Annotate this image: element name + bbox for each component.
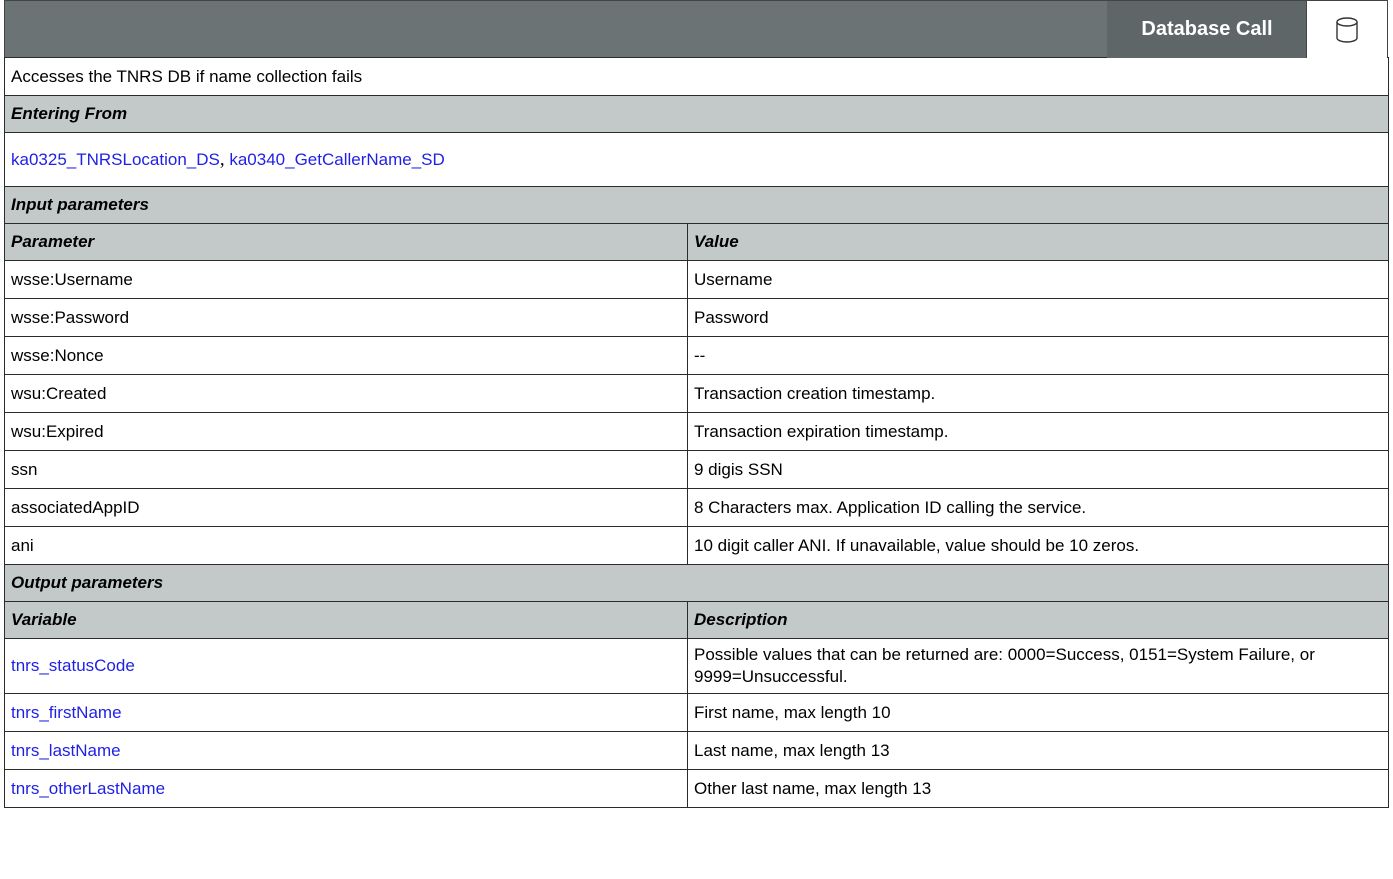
input-param-name: wsu:Created (4, 374, 688, 413)
input-param-name: wsu:Expired (4, 412, 688, 451)
output-parameters-heading: Output parameters (4, 564, 1389, 602)
input-param-name: wsse:Password (4, 298, 688, 337)
column-header-parameter: Parameter (4, 223, 688, 261)
output-description: Other last name, max length 13 (687, 769, 1389, 808)
input-param-value: 9 digis SSN (687, 450, 1389, 489)
output-parameters-column-headers: Variable Description (4, 601, 1389, 639)
input-parameters-column-headers: Parameter Value (4, 223, 1389, 261)
input-row: ssn 9 digis SSN (4, 450, 1389, 489)
output-variable-link[interactable]: tnrs_firstName (11, 703, 122, 722)
input-row: wsse:Nonce -- (4, 336, 1389, 375)
input-param-value: -- (687, 336, 1389, 375)
input-param-value: 8 Characters max. Application ID calling… (687, 488, 1389, 527)
input-row: ani 10 digit caller ANI. If unavailable,… (4, 526, 1389, 565)
output-variable-link[interactable]: tnrs_lastName (11, 741, 121, 760)
input-param-value: Password (687, 298, 1389, 337)
call-details-table: Accesses the TNRS DB if name collection … (4, 57, 1389, 808)
entering-from-separator: , (219, 148, 225, 170)
output-description: Last name, max length 13 (687, 731, 1389, 770)
input-row: wsse:Username Username (4, 260, 1389, 299)
input-param-name: ssn (4, 450, 688, 489)
database-icon (1336, 16, 1358, 43)
header-title: Database Call (1107, 1, 1307, 58)
document-header: Database Call (4, 0, 1388, 58)
output-description: Possible values that can be returned are… (687, 638, 1389, 694)
input-param-name: ani (4, 526, 688, 565)
output-row: tnrs_lastName Last name, max length 13 (4, 731, 1389, 770)
column-header-description: Description (687, 601, 1389, 639)
output-row: tnrs_statusCode Possible values that can… (4, 638, 1389, 694)
database-call-document: Database Call Accesses the TNRS DB if na… (4, 0, 1389, 808)
input-parameters-heading: Input parameters (4, 186, 1389, 224)
column-header-value: Value (687, 223, 1389, 261)
input-row: wsu:Expired Transaction expiration times… (4, 412, 1389, 451)
entering-from-link-2[interactable]: ka0340_GetCallerName_SD (229, 150, 444, 169)
input-param-value: 10 digit caller ANI. If unavailable, val… (687, 526, 1389, 565)
column-header-variable: Variable (4, 601, 688, 639)
input-param-name: wsse:Nonce (4, 336, 688, 375)
input-param-value: Username (687, 260, 1389, 299)
output-row: tnrs_firstName First name, max length 10 (4, 693, 1389, 732)
input-row: wsu:Created Transaction creation timesta… (4, 374, 1389, 413)
output-parameters-heading-row: Output parameters (4, 564, 1389, 602)
entering-from-heading-row: Entering From (4, 95, 1389, 133)
output-variable-link[interactable]: tnrs_statusCode (11, 656, 135, 675)
output-description: First name, max length 10 (687, 693, 1389, 732)
input-param-name: wsse:Username (4, 260, 688, 299)
input-param-name: associatedAppID (4, 488, 688, 527)
input-param-value: Transaction creation timestamp. (687, 374, 1389, 413)
description-text: Accesses the TNRS DB if name collection … (4, 57, 1389, 96)
entering-from-heading: Entering From (4, 95, 1389, 133)
output-row: tnrs_otherLastName Other last name, max … (4, 769, 1389, 808)
database-icon-box (1306, 1, 1387, 58)
output-variable-link[interactable]: tnrs_otherLastName (11, 779, 165, 798)
input-row: wsse:Password Password (4, 298, 1389, 337)
entering-from-row: ka0325_TNRSLocation_DS, ka0340_GetCaller… (4, 132, 1389, 187)
input-parameters-heading-row: Input parameters (4, 186, 1389, 224)
input-row: associatedAppID 8 Characters max. Applic… (4, 488, 1389, 527)
input-param-value: Transaction expiration timestamp. (687, 412, 1389, 451)
entering-from-link-1[interactable]: ka0325_TNRSLocation_DS (11, 150, 220, 169)
description-row: Accesses the TNRS DB if name collection … (4, 57, 1389, 96)
